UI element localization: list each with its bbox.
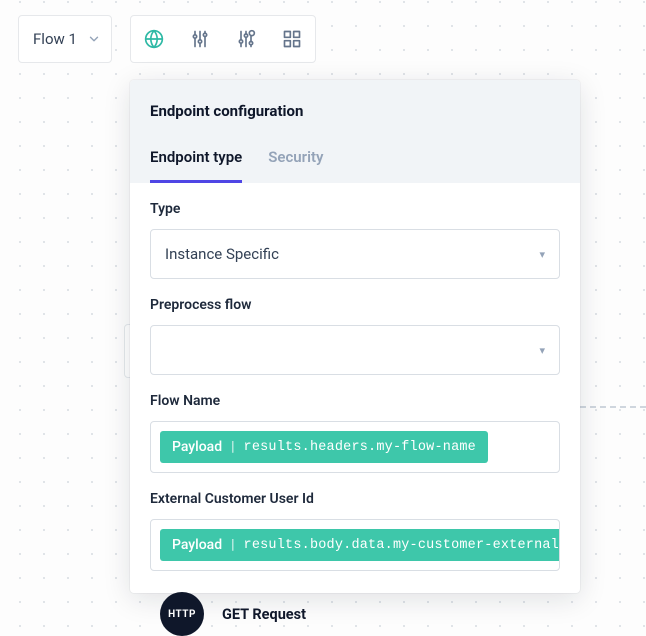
field-label-preprocess: Preprocess flow xyxy=(150,297,560,313)
flow-selector-label: Flow 1 xyxy=(33,30,77,48)
pill-separator: | xyxy=(231,537,234,553)
globe-icon xyxy=(144,29,164,49)
payload-pill-external-id[interactable]: Payload | results.body.data.my-customer-… xyxy=(160,529,560,561)
panel-body: Type Instance Specific ▾ Preprocess flow… xyxy=(130,183,580,593)
toolbar xyxy=(130,15,316,63)
panel-title: Endpoint configuration xyxy=(150,102,560,120)
preprocess-select[interactable]: ▾ xyxy=(150,325,560,375)
type-select-value: Instance Specific xyxy=(165,245,279,263)
chevron-down-icon xyxy=(87,32,101,46)
field-preprocess: Preprocess flow ▾ xyxy=(150,297,560,375)
toolbar-endpoint-button[interactable] xyxy=(131,16,177,62)
field-label-type: Type xyxy=(150,201,560,217)
payload-pill-flow-name[interactable]: Payload | results.headers.my-flow-name xyxy=(160,431,488,463)
toolbar-settings-button[interactable] xyxy=(177,16,223,62)
http-node[interactable]: HTTP GET Request xyxy=(160,592,306,636)
connection-line xyxy=(580,406,646,408)
http-node-label: GET Request xyxy=(222,606,306,623)
field-label-flow-name: Flow Name xyxy=(150,393,560,409)
sliders-icon xyxy=(190,29,210,49)
grid-icon xyxy=(282,29,302,49)
pill-path: results.headers.my-flow-name xyxy=(244,440,476,455)
field-type: Type Instance Specific ▾ xyxy=(150,201,560,279)
field-flow-name: Flow Name Payload | results.headers.my-f… xyxy=(150,393,560,473)
flow-name-input[interactable]: Payload | results.headers.my-flow-name xyxy=(150,421,560,473)
pill-path: results.body.data.my-customer-external- xyxy=(244,538,560,553)
field-label-external-id: External Customer User Id xyxy=(150,491,560,507)
caret-down-icon: ▾ xyxy=(539,248,545,261)
http-badge: HTTP xyxy=(160,592,204,636)
flow-selector[interactable]: Flow 1 xyxy=(18,15,112,63)
pill-kind: Payload xyxy=(172,439,222,455)
field-external-id: External Customer User Id Payload | resu… xyxy=(150,491,560,571)
toolbar-grid-button[interactable] xyxy=(269,16,315,62)
type-select[interactable]: Instance Specific ▾ xyxy=(150,229,560,279)
caret-down-icon: ▾ xyxy=(539,344,545,357)
sliders-alt-icon xyxy=(236,29,256,49)
tab-endpoint-type[interactable]: Endpoint type xyxy=(150,148,242,183)
tabs: Endpoint type Security xyxy=(150,148,560,183)
config-panel: Endpoint configuration Endpoint type Sec… xyxy=(130,80,580,593)
toolbar-settings-alt-button[interactable] xyxy=(223,16,269,62)
external-id-input[interactable]: Payload | results.body.data.my-customer-… xyxy=(150,519,560,571)
pill-separator: | xyxy=(231,439,234,455)
pill-kind: Payload xyxy=(172,537,222,553)
panel-header: Endpoint configuration Endpoint type Sec… xyxy=(130,80,580,183)
tab-security[interactable]: Security xyxy=(268,148,323,183)
